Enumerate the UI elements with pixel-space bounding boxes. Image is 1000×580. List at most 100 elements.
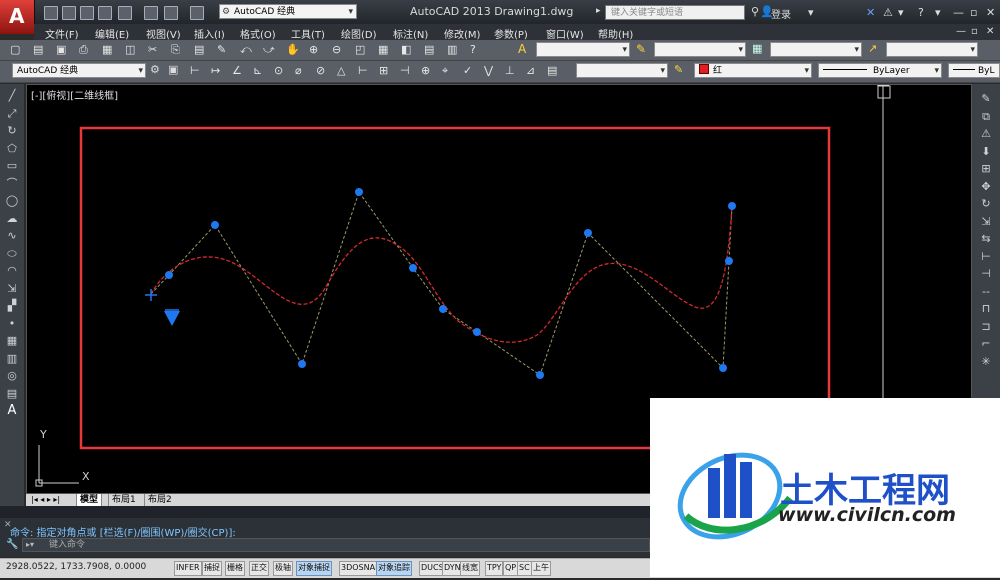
modify-tool-icon[interactable]: ↻ bbox=[979, 197, 993, 210]
login-link[interactable]: 登录 bbox=[771, 6, 791, 21]
region-icon[interactable]: ◎ bbox=[5, 369, 19, 382]
status-toggle-button[interactable]: TPY bbox=[485, 561, 504, 576]
publish-icon[interactable]: ◫ bbox=[125, 43, 135, 56]
circle-icon[interactable]: ◯ bbox=[5, 194, 19, 207]
status-toggle-button[interactable]: 对象追踪 bbox=[376, 561, 412, 576]
match-properties-icon[interactable]: ✎ bbox=[674, 63, 683, 76]
dimension-tool-icon[interactable]: ∠ bbox=[232, 64, 242, 77]
modify-tool-icon[interactable]: ⌐ bbox=[979, 337, 993, 350]
workspace-combo[interactable]: AutoCAD 经典 ▾ bbox=[12, 63, 146, 78]
ellipse-arc-icon[interactable]: ◠ bbox=[5, 264, 19, 277]
menu-item[interactable]: 窗口(W) bbox=[546, 26, 584, 41]
point-icon[interactable]: • bbox=[5, 317, 19, 330]
color-select[interactable]: 红 ▾ bbox=[694, 63, 812, 78]
modify-tool-icon[interactable]: ⊢ bbox=[979, 250, 993, 263]
menu-item[interactable]: 视图(V) bbox=[146, 26, 181, 41]
cut-icon[interactable]: ✂ bbox=[148, 43, 157, 56]
modify-tool-icon[interactable]: ⊣ bbox=[979, 267, 993, 280]
grip-point[interactable] bbox=[355, 188, 363, 196]
status-toggle-button[interactable]: INFER bbox=[174, 561, 202, 576]
polygon-icon[interactable]: ⬠ bbox=[5, 142, 19, 155]
new-icon[interactable] bbox=[44, 6, 58, 20]
plot-preview-icon[interactable] bbox=[118, 6, 132, 20]
table-style-select[interactable]: ▾ bbox=[770, 42, 862, 57]
rectangle-icon[interactable]: ▭ bbox=[5, 159, 19, 172]
status-toggle-button[interactable]: 捕捉 bbox=[202, 561, 222, 576]
arc-icon[interactable]: ⌒ bbox=[5, 177, 19, 190]
workspace-select[interactable]: ⚙ AutoCAD 经典 ▾ bbox=[219, 4, 357, 19]
print-icon[interactable] bbox=[144, 6, 158, 20]
copy-icon[interactable]: ⎘ bbox=[171, 43, 180, 57]
modify-tool-icon[interactable]: ⬇ bbox=[979, 145, 993, 158]
dimension-tool-icon[interactable]: △ bbox=[337, 64, 345, 77]
status-toggle-button[interactable]: 线宽 bbox=[460, 561, 480, 576]
menu-item[interactable]: 标注(N) bbox=[393, 26, 428, 41]
grip-point[interactable] bbox=[409, 264, 417, 272]
status-toggle-button[interactable]: 对象捕捉 bbox=[296, 561, 332, 576]
match-icon[interactable]: ✎ bbox=[217, 43, 226, 56]
modify-tool-icon[interactable]: ⇲ bbox=[979, 215, 993, 228]
text-style-select[interactable]: ▾ bbox=[536, 42, 630, 57]
dimension-tool-icon[interactable]: ↦ bbox=[211, 64, 220, 77]
exchange-icon[interactable]: ✕ bbox=[866, 6, 875, 19]
modify-tool-icon[interactable]: ⧉ bbox=[979, 110, 993, 123]
layer-select[interactable]: ▾ bbox=[576, 63, 668, 78]
linetype-select[interactable]: ByLayer ▾ bbox=[818, 63, 942, 78]
zoom-realtime-icon[interactable]: ⊕ bbox=[309, 43, 318, 56]
status-toggle-button[interactable]: SC bbox=[517, 561, 532, 576]
tab-nav-arrows[interactable]: |◂ ◂ ▸ ▸| bbox=[28, 494, 63, 506]
status-toggle-button[interactable]: 上午 bbox=[531, 561, 551, 576]
menu-item[interactable]: 文件(F) bbox=[45, 26, 79, 41]
ellipse-icon[interactable]: ⬭ bbox=[5, 247, 19, 260]
chevron-down-icon[interactable]: ▾ bbox=[808, 6, 814, 19]
insert-block-icon[interactable]: ⇲ bbox=[5, 282, 19, 295]
menu-item[interactable]: 插入(I) bbox=[194, 26, 225, 41]
workspace-settings-icon[interactable]: ⚙ bbox=[150, 63, 160, 76]
grip-point[interactable] bbox=[719, 364, 727, 372]
modify-tool-icon[interactable]: ⊓ bbox=[979, 302, 993, 315]
grip-point[interactable] bbox=[536, 371, 544, 379]
dimension-tool-icon[interactable]: ⌖ bbox=[442, 64, 448, 78]
menu-restore-icon[interactable]: ▫ bbox=[971, 26, 978, 37]
dimension-tool-icon[interactable]: ▤ bbox=[547, 64, 557, 77]
help-search-input[interactable]: 键入关键字或短语 bbox=[605, 5, 745, 20]
multiline-text-icon[interactable]: A bbox=[5, 404, 19, 417]
status-toggle-button[interactable]: 极轴 bbox=[273, 561, 293, 576]
chevron-down-icon[interactable]: ▾ bbox=[898, 6, 904, 19]
tool-palettes-icon[interactable]: ▤ bbox=[424, 43, 434, 56]
command-prompt-icon[interactable]: ▸▾ bbox=[26, 540, 34, 549]
spline-curve[interactable] bbox=[150, 205, 733, 343]
dimension-tool-icon[interactable]: ⊘ bbox=[316, 64, 325, 77]
grip-point[interactable] bbox=[473, 328, 481, 336]
menu-item[interactable]: 绘图(D) bbox=[341, 26, 377, 41]
lineweight-select[interactable]: ByL bbox=[948, 63, 1000, 78]
pan-icon[interactable]: ✋ bbox=[286, 43, 300, 56]
redo-icon[interactable]: ⤻ bbox=[263, 43, 275, 57]
command-input[interactable]: 键入命令 bbox=[22, 538, 650, 552]
gradient-icon[interactable]: ▥ bbox=[5, 352, 19, 365]
redo-icon[interactable] bbox=[190, 6, 204, 20]
modify-tool-icon[interactable]: ✳ bbox=[979, 355, 993, 368]
save-icon[interactable]: ▣ bbox=[56, 43, 66, 56]
status-toggle-button[interactable]: 栅格 bbox=[225, 561, 245, 576]
grip-point[interactable] bbox=[728, 202, 736, 210]
design-center-icon[interactable]: ◧ bbox=[401, 43, 411, 56]
properties-icon[interactable]: ▦ bbox=[378, 43, 388, 56]
dimension-tool-icon[interactable]: ✓ bbox=[463, 64, 472, 77]
menu-close-icon[interactable]: ✕ bbox=[986, 26, 994, 37]
network-icon[interactable]: ⚠ bbox=[883, 6, 893, 19]
line-icon[interactable]: ╱ bbox=[5, 89, 19, 102]
paste-icon[interactable]: ▤ bbox=[194, 43, 204, 56]
new-icon[interactable]: ▢ bbox=[10, 43, 20, 56]
preview-icon[interactable]: ▦ bbox=[102, 43, 112, 56]
tab-layout1[interactable]: 布局1 bbox=[108, 494, 139, 506]
dimension-tool-icon[interactable]: ⊢ bbox=[358, 64, 368, 77]
application-menu-button[interactable]: A bbox=[0, 0, 35, 34]
chevron-down-icon[interactable]: ▾ bbox=[935, 6, 941, 19]
undo-icon[interactable] bbox=[164, 6, 178, 20]
grip-point[interactable] bbox=[584, 229, 592, 237]
dimension-tool-icon[interactable]: ⊾ bbox=[253, 64, 262, 77]
menu-item[interactable]: 帮助(H) bbox=[598, 26, 633, 41]
modify-tool-icon[interactable]: ⊐ bbox=[979, 320, 993, 333]
menu-item[interactable]: 格式(O) bbox=[240, 26, 276, 41]
